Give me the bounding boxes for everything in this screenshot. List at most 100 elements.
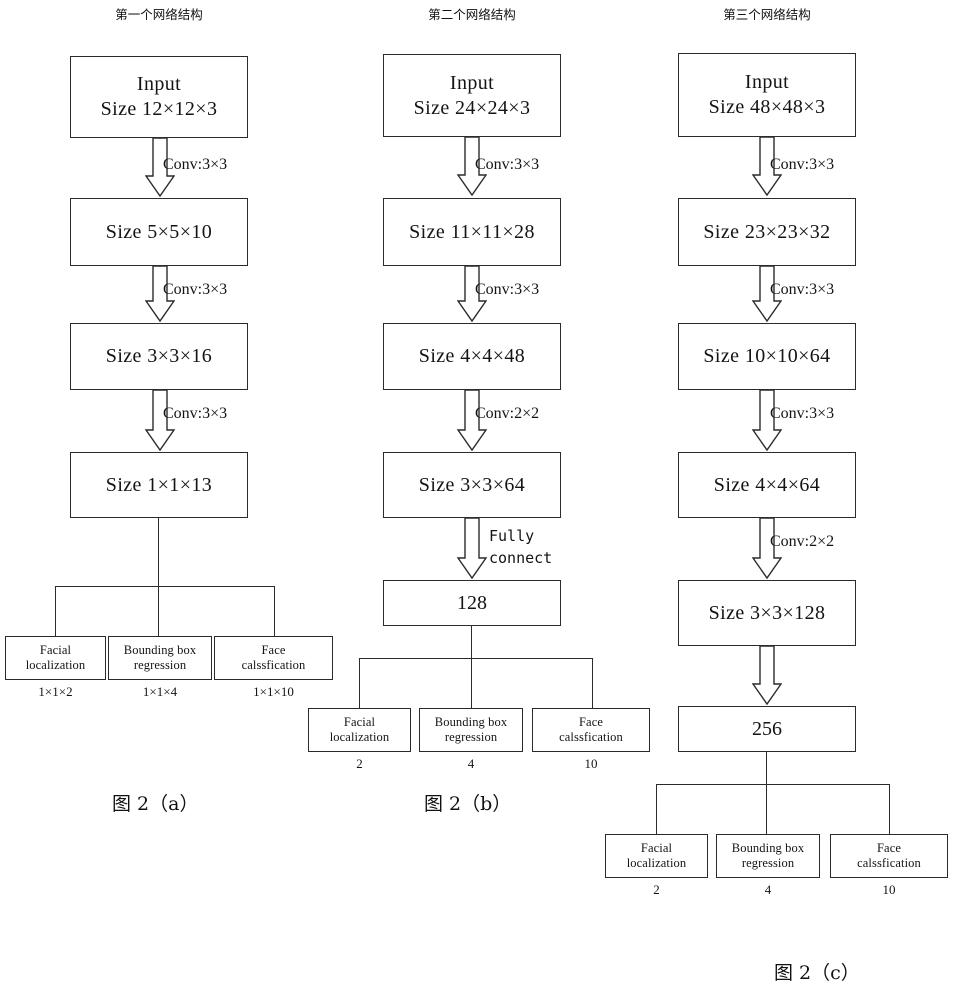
net1-fanout-stem — [158, 518, 160, 587]
net2-input-line1: Input — [449, 71, 495, 94]
net2-output-2-dim: 4 — [467, 756, 475, 771]
net3-fanout-drop-1 — [656, 784, 658, 834]
net3-conv1-out-label: Size 23×23×32 — [703, 220, 831, 243]
column-title-net1: 第一个网络结构 — [115, 7, 203, 22]
net3-arrow-2-label: Conv:3×3 — [770, 281, 835, 298]
net1-fanout-drop-1 — [55, 586, 57, 636]
net1-conv1-out-label: Size 5×5×10 — [105, 220, 213, 243]
net3-fanout-drop-2 — [766, 784, 768, 834]
net2-out3-line2: calssfication — [559, 730, 623, 744]
net1-arrow-2-label: Conv:3×3 — [163, 281, 228, 298]
net3-arrow-3-label: Conv:3×3 — [770, 405, 835, 422]
figure-caption-a: 图 2（a） — [112, 793, 199, 815]
net3-node-fc-out: 256 — [678, 706, 856, 752]
net1-fanout-bus — [55, 586, 275, 588]
net3-conv4-out-label: Size 3×3×128 — [708, 601, 826, 624]
net2-fanout-drop-1 — [359, 658, 361, 708]
net2-fanout-bus — [359, 658, 593, 660]
net3-output-bounding-box-regression: Bounding box regression — [716, 834, 820, 878]
net2-node-conv1-out: Size 11×11×28 — [383, 198, 561, 266]
net1-out3-line1: Face — [261, 643, 286, 657]
net3-input-line2: Size 48×48×3 — [708, 96, 826, 118]
net1-node-conv2-out: Size 3×3×16 — [70, 323, 248, 390]
net1-out3-line2: calssfication — [241, 658, 306, 672]
net2-arrow-3-label: Conv:2×2 — [475, 405, 540, 422]
figure-caption-c: 图 2（c） — [774, 962, 860, 984]
net2-fully-connect-line1: Fully — [489, 527, 535, 545]
net3-arrow-1-label: Conv:3×3 — [770, 156, 835, 173]
net2-out1-line1: Facial — [343, 715, 376, 729]
net1-out1-line2: localization — [25, 658, 86, 672]
net2-out1-line2: localization — [329, 730, 390, 744]
net2-arrow-2-label: Conv:3×3 — [475, 281, 540, 298]
net1-out2-line2: regression — [133, 658, 187, 672]
net3-fanout-stem — [766, 752, 768, 785]
net1-out2-line1: Bounding box — [123, 643, 197, 657]
net3-output-1-dim: 2 — [653, 882, 660, 897]
net1-output-face-classification: Face calssfication — [214, 636, 333, 680]
net3-fanout-drop-3 — [889, 784, 891, 834]
net1-node-conv1-out: Size 5×5×10 — [70, 198, 248, 266]
net1-output-bounding-box-regression: Bounding box regression — [108, 636, 212, 680]
net3-node-input: Input Size 48×48×3 — [678, 53, 856, 137]
net2-conv2-out-label: Size 4×4×48 — [418, 345, 526, 367]
net2-out3-line1: Face — [579, 715, 603, 729]
net3-input-line1: Input — [744, 71, 790, 93]
net1-out1-line1: Facial — [39, 643, 72, 657]
net3-arrow-5 — [752, 646, 782, 706]
net3-out3-line2: calssfication — [857, 856, 921, 870]
net2-arrow-1-label: Conv:3×3 — [475, 156, 540, 173]
net3-conv2-out-label: Size 10×10×64 — [703, 345, 831, 367]
net3-conv3-out-label: Size 4×4×64 — [713, 473, 821, 496]
net2-fanout-drop-2 — [471, 658, 473, 708]
net2-out2-line2: regression — [444, 730, 498, 744]
net2-node-input: Input Size 24×24×3 — [383, 54, 561, 137]
net1-fanout-drop-3 — [274, 586, 276, 636]
net3-node-conv2-out: Size 10×10×64 — [678, 323, 856, 390]
net1-output-3-dim: 1×1×10 — [253, 684, 294, 699]
net1-input-line1: Input — [136, 73, 182, 95]
net2-output-1-dim: 2 — [356, 756, 363, 771]
net2-node-conv2-out: Size 4×4×48 — [383, 323, 561, 390]
net1-node-conv3-out: Size 1×1×13 — [70, 452, 248, 518]
net2-conv3-out-label: Size 3×3×64 — [418, 473, 526, 496]
net1-arrow-1-label: Conv:3×3 — [163, 156, 228, 173]
net3-output-face-classification: Face calssfication — [830, 834, 948, 878]
net2-fc-out-label: 128 — [457, 592, 487, 614]
net1-fanout-drop-2 — [158, 586, 160, 636]
net2-output-face-classification: Face calssfication — [532, 708, 650, 752]
net3-node-conv3-out: Size 4×4×64 — [678, 452, 856, 518]
net2-arrow-4-label: Fully connect — [489, 525, 552, 569]
net1-output-2-dim: 1×1×4 — [142, 684, 178, 699]
net2-node-conv3-out: Size 3×3×64 — [383, 452, 561, 518]
net3-arrow-4-label: Conv:2×2 — [770, 533, 835, 550]
net1-output-facial-localization: Facial localization — [5, 636, 106, 680]
net2-arrow-4 — [457, 518, 487, 580]
net2-fully-connect-line2: connect — [489, 549, 553, 567]
net1-output-1-dim: 1×1×2 — [38, 684, 73, 699]
net2-conv1-out-label: Size 11×11×28 — [409, 220, 535, 243]
net2-fanout-drop-3 — [592, 658, 594, 708]
net2-fanout-stem — [471, 626, 473, 659]
net1-node-input: Input Size 12×12×3 — [70, 56, 248, 138]
net2-output-bounding-box-regression: Bounding box regression — [419, 708, 523, 752]
net3-out2-line2: regression — [741, 856, 795, 870]
net3-out1-line2: localization — [626, 856, 687, 870]
net3-out1-line1: Facial — [640, 841, 673, 855]
column-title-net2: 第二个网络结构 — [428, 7, 516, 22]
net3-fc-out-label: 256 — [752, 718, 782, 740]
figure-caption-b: 图 2（b） — [424, 793, 512, 815]
net3-output-3-dim: 10 — [882, 882, 896, 897]
net2-output-3-dim: 10 — [584, 756, 598, 771]
net3-output-2-dim: 4 — [764, 882, 772, 897]
net2-input-line2: Size 24×24×3 — [413, 96, 531, 119]
net3-fanout-bus — [656, 784, 890, 786]
net1-conv3-out-label: Size 1×1×13 — [105, 473, 213, 496]
net2-node-fc-out: 128 — [383, 580, 561, 626]
net3-out2-line1: Bounding box — [731, 841, 805, 855]
column-title-net3: 第三个网络结构 — [723, 7, 811, 22]
net3-node-conv1-out: Size 23×23×32 — [678, 198, 856, 266]
diagram-canvas: 第一个网络结构 第二个网络结构 第三个网络结构 Input Size 12×12… — [0, 0, 953, 1000]
net3-node-conv4-out: Size 3×3×128 — [678, 580, 856, 646]
net2-output-facial-localization: Facial localization — [308, 708, 411, 752]
